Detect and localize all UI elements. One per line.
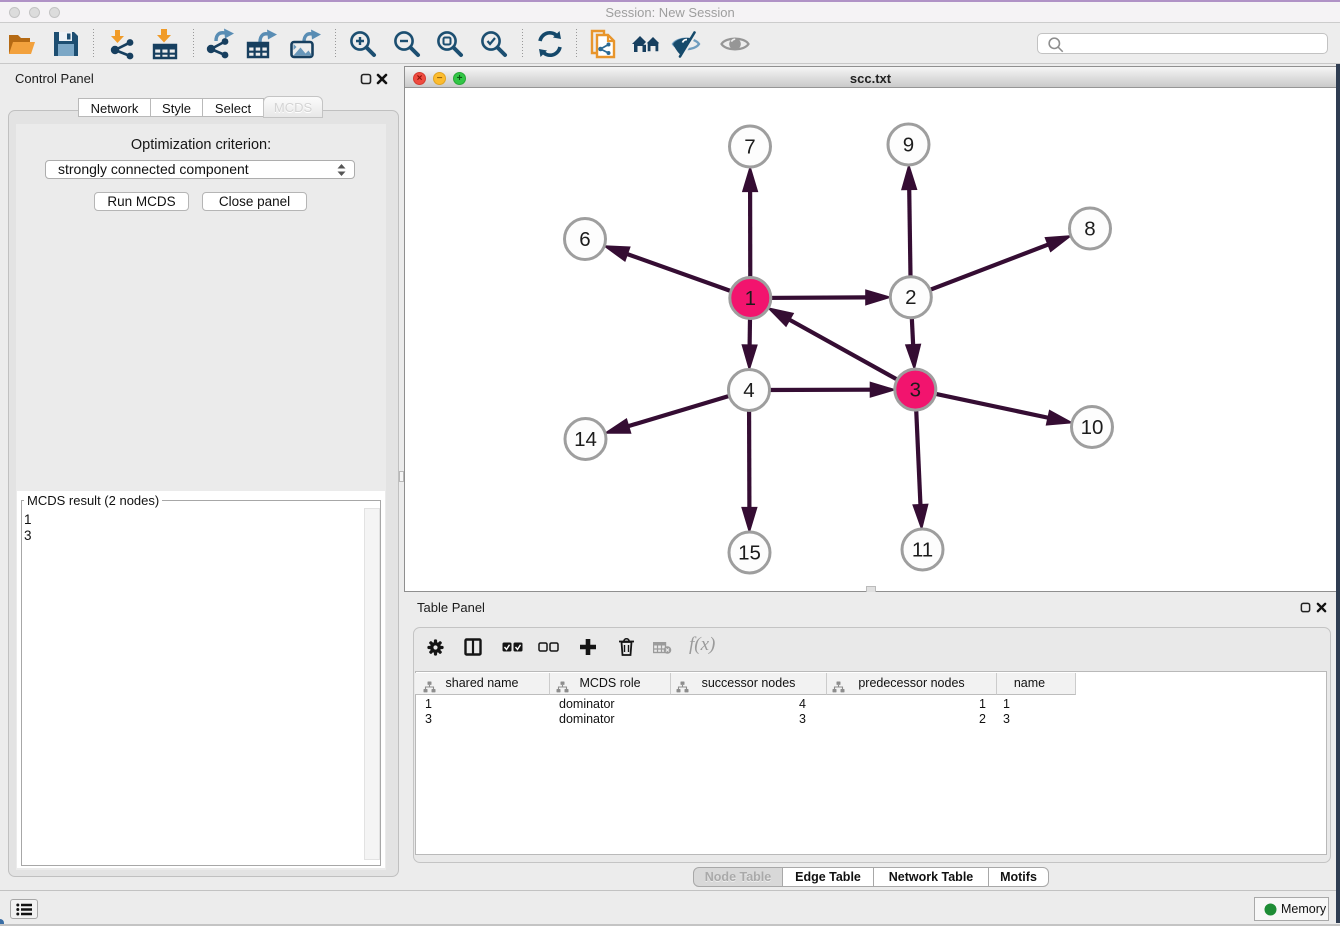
svg-text:8: 8 bbox=[1084, 218, 1095, 241]
svg-text:11: 11 bbox=[912, 539, 933, 562]
svg-text:3: 3 bbox=[910, 379, 921, 402]
svg-text:6: 6 bbox=[579, 228, 590, 251]
svg-text:14: 14 bbox=[574, 428, 597, 451]
svg-text:1: 1 bbox=[745, 287, 756, 310]
svg-text:7: 7 bbox=[744, 136, 755, 159]
svg-text:15: 15 bbox=[738, 542, 761, 565]
svg-text:10: 10 bbox=[1081, 416, 1104, 439]
svg-text:4: 4 bbox=[743, 379, 754, 402]
svg-text:9: 9 bbox=[903, 134, 914, 157]
svg-text:2: 2 bbox=[905, 286, 916, 309]
